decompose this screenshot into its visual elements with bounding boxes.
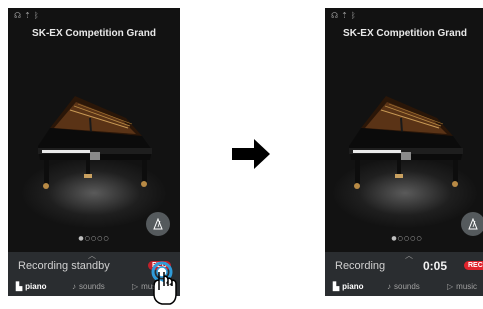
headphones-icon: ☊ bbox=[331, 11, 342, 20]
nav-tab-piano[interactable]: ▙ piano bbox=[333, 282, 364, 291]
usb-icon: ⇡ bbox=[24, 11, 34, 20]
sounds-icon: ♪ bbox=[72, 282, 76, 291]
metronome-button[interactable] bbox=[461, 212, 483, 236]
nav-tab-piano[interactable]: ▙ piano bbox=[16, 282, 47, 291]
right-phone-screen: ☊⇡ᛒ SK-EX Competition Grand ●○○○○ ︿ Reco… bbox=[325, 8, 483, 296]
chevron-up-icon[interactable]: ︿ bbox=[405, 250, 413, 261]
recorder-panel: ︿ Recording 0:05 REC ▙ piano ♪ sounds ▷ mus… bbox=[325, 250, 483, 296]
metronome-icon bbox=[153, 218, 163, 230]
recording-status-label: Recording bbox=[335, 260, 386, 272]
recording-status-label: Recording standby bbox=[18, 260, 110, 272]
metronome-button[interactable] bbox=[146, 212, 170, 236]
status-icons: ☊⇡ᛒ bbox=[14, 11, 42, 20]
left-phone-screen: ☊⇡ᛒ SK-EX Competition Grand ●○○○○ ︿ Reco… bbox=[8, 8, 180, 296]
grand-piano-image bbox=[38, 96, 152, 189]
bottom-nav-bar: ▙ piano ♪ sounds ▷ music bbox=[325, 282, 483, 294]
nav-tab-sounds[interactable]: ♪ sounds bbox=[72, 282, 105, 291]
nav-tab-music[interactable]: ▷ music bbox=[447, 282, 477, 291]
status-icons: ☊⇡ᛒ bbox=[331, 11, 359, 20]
instrument-title[interactable]: SK-EX Competition Grand bbox=[8, 28, 180, 39]
usb-icon: ⇡ bbox=[341, 11, 351, 20]
nav-tab-sounds[interactable]: ♪ sounds bbox=[387, 282, 420, 291]
page-indicator-dots: ●○○○○ bbox=[391, 235, 423, 242]
sounds-icon: ♪ bbox=[387, 282, 391, 291]
metronome-icon bbox=[468, 218, 478, 230]
page-indicator-dots: ●○○○○ bbox=[78, 235, 110, 242]
instrument-title[interactable]: SK-EX Competition Grand bbox=[325, 28, 483, 39]
play-icon: ▷ bbox=[132, 282, 139, 291]
piano-icon: ▙ bbox=[16, 282, 23, 291]
play-icon: ▷ bbox=[447, 282, 454, 291]
rec-button[interactable]: REC bbox=[464, 261, 483, 270]
right-arrow-icon bbox=[232, 139, 270, 169]
tap-hand-icon bbox=[151, 261, 177, 305]
headphones-icon: ☊ bbox=[14, 11, 25, 20]
recording-timer: 0:05 bbox=[423, 259, 448, 273]
bluetooth-icon: ᛒ bbox=[350, 11, 359, 20]
grand-piano-image bbox=[349, 96, 463, 189]
piano-icon: ▙ bbox=[333, 282, 340, 291]
bluetooth-icon: ᛒ bbox=[33, 11, 42, 20]
